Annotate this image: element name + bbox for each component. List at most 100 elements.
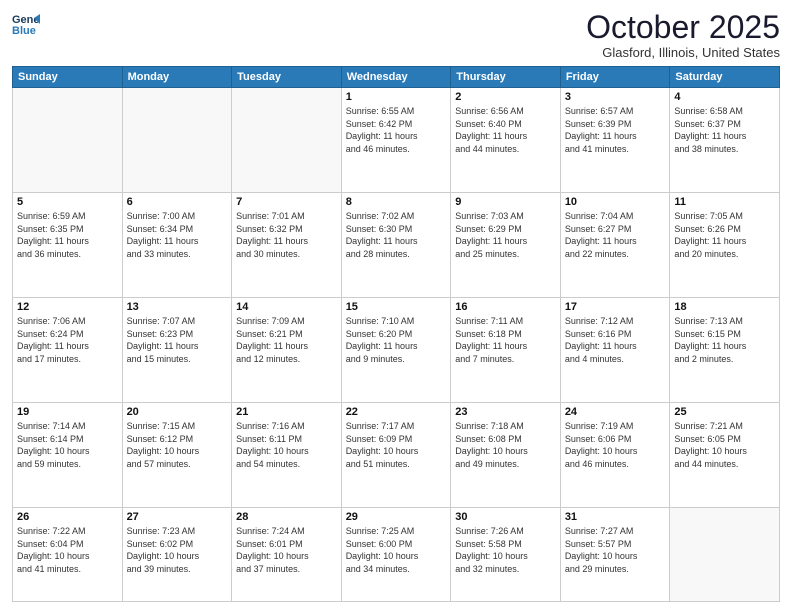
calendar-cell: 9 Sunrise: 7:03 AM Sunset: 6:29 PM Daylig…: [451, 193, 561, 298]
day-info: Sunrise: 7:16 AM Sunset: 6:11 PM Dayligh…: [236, 420, 337, 470]
day-info: Sunrise: 7:07 AM Sunset: 6:23 PM Dayligh…: [127, 315, 228, 365]
calendar-cell: [122, 88, 232, 193]
day-info: Sunrise: 7:27 AM Sunset: 5:57 PM Dayligh…: [565, 525, 666, 575]
day-info: Sunrise: 7:22 AM Sunset: 6:04 PM Dayligh…: [17, 525, 118, 575]
day-info: Sunrise: 7:10 AM Sunset: 6:20 PM Dayligh…: [346, 315, 447, 365]
day-number: 18: [674, 301, 775, 313]
calendar-cell: 23Sunrise: 7:18 AM Sunset: 6:08 PM Dayli…: [451, 403, 561, 508]
day-number: 26: [17, 511, 118, 523]
day-number: 29: [346, 511, 447, 523]
day-info: Sunrise: 6:58 AM Sunset: 6:37 PM Dayligh…: [674, 105, 775, 155]
calendar-cell: 25 Sunrise: 7:21 AM Sunset: 6:05 PM Dayli…: [670, 403, 780, 508]
day-info: Sunrise: 7:26 AM Sunset: 5:58 PM Dayligh…: [455, 525, 556, 575]
day-info: Sunrise: 7:17 AM Sunset: 6:09 PM Dayligh…: [346, 420, 447, 470]
calendar-cell: 1 Sunrise: 6:55 AM Sunset: 6:42 PM Daylig…: [341, 88, 451, 193]
calendar-cell: 31 Sunrise: 7:27 AM Sunset: 5:57 PM Dayli…: [560, 508, 670, 602]
day-info: Sunrise: 7:13 AM Sunset: 6:15 PM Dayligh…: [674, 315, 775, 365]
calendar-cell: 2 Sunrise: 6:56 AM Sunset: 6:40 PM Daylig…: [451, 88, 561, 193]
day-info: Sunrise: 7:24 AM Sunset: 6:01 PM Dayligh…: [236, 525, 337, 575]
day-info: Sunrise: 7:25 AM Sunset: 6:00 PM Dayligh…: [346, 525, 447, 575]
day-info: Sunrise: 6:55 AM Sunset: 6:42 PM Dayligh…: [346, 105, 447, 155]
title-block: October 2025 Glasford, Illinois, United …: [586, 10, 780, 60]
calendar-cell: 7Sunrise: 7:01 AM Sunset: 6:32 PM Daylig…: [232, 193, 342, 298]
svg-text:Blue: Blue: [12, 25, 36, 37]
day-number: 2: [455, 91, 556, 103]
day-info: Sunrise: 7:11 AM Sunset: 6:18 PM Dayligh…: [455, 315, 556, 365]
day-info: Sunrise: 7:12 AM Sunset: 6:16 PM Dayligh…: [565, 315, 666, 365]
weekday-header-thursday: Thursday: [451, 67, 561, 88]
calendar-cell: 20Sunrise: 7:15 AM Sunset: 6:12 PM Dayli…: [122, 403, 232, 508]
day-info: Sunrise: 6:59 AM Sunset: 6:35 PM Dayligh…: [17, 210, 118, 260]
day-info: Sunrise: 7:05 AM Sunset: 6:26 PM Dayligh…: [674, 210, 775, 260]
day-info: Sunrise: 7:19 AM Sunset: 6:06 PM Dayligh…: [565, 420, 666, 470]
calendar-cell: 30Sunrise: 7:26 AM Sunset: 5:58 PM Dayli…: [451, 508, 561, 602]
day-info: Sunrise: 7:04 AM Sunset: 6:27 PM Dayligh…: [565, 210, 666, 260]
calendar-cell: [670, 508, 780, 602]
day-number: 25: [674, 406, 775, 418]
logo-icon: General Blue: [12, 10, 40, 38]
day-info: Sunrise: 6:57 AM Sunset: 6:39 PM Dayligh…: [565, 105, 666, 155]
weekday-header-tuesday: Tuesday: [232, 67, 342, 88]
day-number: 31: [565, 511, 666, 523]
day-number: 3: [565, 91, 666, 103]
day-number: 20: [127, 406, 228, 418]
day-number: 5: [17, 196, 118, 208]
calendar-cell: 12Sunrise: 7:06 AM Sunset: 6:24 PM Dayli…: [13, 298, 123, 403]
calendar-cell: 14Sunrise: 7:09 AM Sunset: 6:21 PM Dayli…: [232, 298, 342, 403]
day-info: Sunrise: 7:01 AM Sunset: 6:32 PM Dayligh…: [236, 210, 337, 260]
calendar-body: 1 Sunrise: 6:55 AM Sunset: 6:42 PM Daylig…: [13, 88, 780, 602]
calendar-week-0: 1 Sunrise: 6:55 AM Sunset: 6:42 PM Daylig…: [13, 88, 780, 193]
day-number: 8: [346, 196, 447, 208]
weekday-header-wednesday: Wednesday: [341, 67, 451, 88]
calendar-week-2: 12Sunrise: 7:06 AM Sunset: 6:24 PM Dayli…: [13, 298, 780, 403]
day-info: Sunrise: 7:02 AM Sunset: 6:30 PM Dayligh…: [346, 210, 447, 260]
day-number: 22: [346, 406, 447, 418]
calendar-cell: 24 Sunrise: 7:19 AM Sunset: 6:06 PM Dayli…: [560, 403, 670, 508]
calendar-cell: 16 Sunrise: 7:11 AM Sunset: 6:18 PM Dayli…: [451, 298, 561, 403]
day-info: Sunrise: 6:56 AM Sunset: 6:40 PM Dayligh…: [455, 105, 556, 155]
calendar-header-row: SundayMondayTuesdayWednesdayThursdayFrid…: [13, 67, 780, 88]
day-number: 17: [565, 301, 666, 313]
month-title: October 2025: [586, 10, 780, 45]
calendar-cell: 11Sunrise: 7:05 AM Sunset: 6:26 PM Dayli…: [670, 193, 780, 298]
day-number: 9: [455, 196, 556, 208]
logo: General Blue: [12, 10, 40, 38]
day-number: 28: [236, 511, 337, 523]
calendar-cell: 17 Sunrise: 7:12 AM Sunset: 6:16 PM Dayli…: [560, 298, 670, 403]
day-number: 16: [455, 301, 556, 313]
day-info: Sunrise: 7:14 AM Sunset: 6:14 PM Dayligh…: [17, 420, 118, 470]
calendar-cell: 29 Sunrise: 7:25 AM Sunset: 6:00 PM Dayli…: [341, 508, 451, 602]
page-header: General Blue October 2025 Glasford, Illi…: [12, 10, 780, 60]
calendar-cell: 21Sunrise: 7:16 AM Sunset: 6:11 PM Dayli…: [232, 403, 342, 508]
day-number: 27: [127, 511, 228, 523]
day-info: Sunrise: 7:03 AM Sunset: 6:29 PM Dayligh…: [455, 210, 556, 260]
calendar-cell: 13 Sunrise: 7:07 AM Sunset: 6:23 PM Dayli…: [122, 298, 232, 403]
calendar-cell: 3 Sunrise: 6:57 AM Sunset: 6:39 PM Daylig…: [560, 88, 670, 193]
day-info: Sunrise: 7:21 AM Sunset: 6:05 PM Dayligh…: [674, 420, 775, 470]
day-number: 19: [17, 406, 118, 418]
day-info: Sunrise: 7:23 AM Sunset: 6:02 PM Dayligh…: [127, 525, 228, 575]
weekday-header-saturday: Saturday: [670, 67, 780, 88]
day-number: 4: [674, 91, 775, 103]
day-number: 10: [565, 196, 666, 208]
calendar-cell: 27 Sunrise: 7:23 AM Sunset: 6:02 PM Dayli…: [122, 508, 232, 602]
calendar-week-3: 19 Sunrise: 7:14 AM Sunset: 6:14 PM Dayli…: [13, 403, 780, 508]
calendar-cell: 26 Sunrise: 7:22 AM Sunset: 6:04 PM Dayli…: [13, 508, 123, 602]
day-number: 12: [17, 301, 118, 313]
calendar-week-4: 26 Sunrise: 7:22 AM Sunset: 6:04 PM Dayli…: [13, 508, 780, 602]
day-number: 24: [565, 406, 666, 418]
location: Glasford, Illinois, United States: [586, 45, 780, 60]
day-number: 23: [455, 406, 556, 418]
calendar-table: SundayMondayTuesdayWednesdayThursdayFrid…: [12, 66, 780, 602]
day-number: 15: [346, 301, 447, 313]
calendar-cell: 22 Sunrise: 7:17 AM Sunset: 6:09 PM Dayli…: [341, 403, 451, 508]
calendar-cell: [232, 88, 342, 193]
day-number: 13: [127, 301, 228, 313]
weekday-header-friday: Friday: [560, 67, 670, 88]
day-number: 1: [346, 91, 447, 103]
day-number: 14: [236, 301, 337, 313]
calendar-cell: 15 Sunrise: 7:10 AM Sunset: 6:20 PM Dayli…: [341, 298, 451, 403]
calendar-cell: [13, 88, 123, 193]
calendar-cell: 18 Sunrise: 7:13 AM Sunset: 6:15 PM Dayli…: [670, 298, 780, 403]
calendar-week-1: 5 Sunrise: 6:59 AM Sunset: 6:35 PM Daylig…: [13, 193, 780, 298]
